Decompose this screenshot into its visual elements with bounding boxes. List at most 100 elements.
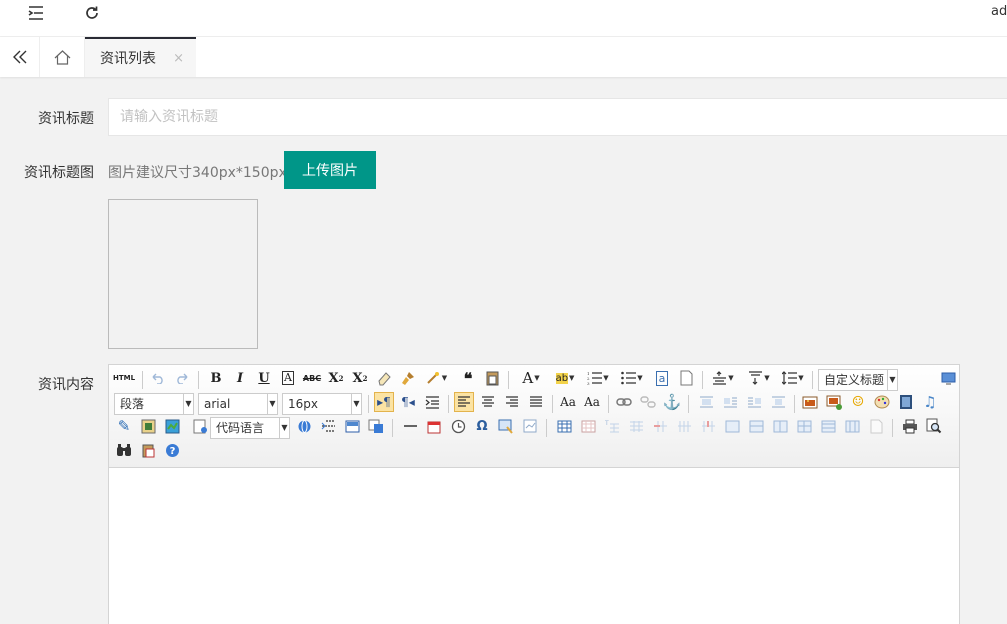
ltr-direction-icon[interactable]: ▸¶ — [374, 392, 394, 412]
tab-news-list[interactable]: 资讯列表 × — [85, 37, 196, 77]
image-left-icon[interactable] — [720, 392, 740, 412]
upload-image-button[interactable]: 上传图片 — [284, 151, 376, 189]
time-icon[interactable] — [448, 416, 468, 436]
fullscreen-icon[interactable] — [938, 368, 958, 388]
word-import-icon[interactable] — [520, 416, 540, 436]
uppercase-icon[interactable]: Aa — [558, 392, 578, 412]
background-icon[interactable] — [342, 416, 362, 436]
editor-content-area[interactable] — [109, 469, 959, 624]
snapscreen-icon[interactable] — [496, 416, 516, 436]
delete-table-icon[interactable] — [578, 416, 598, 436]
auto-format-icon[interactable]: ▼ — [422, 368, 450, 388]
code-language-select[interactable]: 代码语言 ▼ — [210, 417, 290, 439]
split-to-rows-icon[interactable] — [818, 416, 838, 436]
insert-table-icon[interactable] — [554, 416, 574, 436]
bold-icon[interactable]: B — [206, 368, 226, 388]
redo-icon[interactable] — [172, 368, 192, 388]
font-border-icon[interactable]: A — [278, 368, 298, 388]
image-right-icon[interactable] — [744, 392, 764, 412]
row-spacing-bottom-icon[interactable]: ▼ — [744, 368, 774, 388]
music-icon[interactable]: ♫ — [920, 392, 940, 412]
horizontal-rule-icon[interactable] — [400, 416, 420, 436]
paragraph-select[interactable]: 段落 ▼ — [114, 393, 194, 415]
unordered-list-icon[interactable]: ▼ — [618, 368, 646, 388]
paste-plain-icon[interactable] — [482, 368, 502, 388]
scrawl-icon[interactable] — [872, 392, 892, 412]
search-replace-icon[interactable] — [114, 440, 134, 460]
print-icon[interactable] — [900, 416, 920, 436]
chart-icon[interactable] — [866, 416, 886, 436]
help-icon[interactable]: ? — [162, 440, 182, 460]
select-all-icon[interactable]: a — [652, 368, 672, 388]
image-center-icon[interactable] — [768, 392, 788, 412]
merge-cells-icon[interactable] — [722, 416, 742, 436]
double-chevron-left-icon[interactable] — [0, 37, 40, 77]
close-icon[interactable]: × — [173, 51, 184, 66]
svg-text:T: T — [605, 420, 609, 427]
special-char-icon[interactable]: Ω — [472, 416, 492, 436]
web-icon[interactable] — [294, 416, 314, 436]
underline-icon[interactable]: U — [254, 368, 274, 388]
image-none-icon[interactable] — [696, 392, 716, 412]
ordered-list-icon[interactable]: 1 2 3 ▼ — [584, 368, 612, 388]
insert-paragraph-before-table-icon[interactable]: T — [602, 416, 622, 436]
page-break-icon[interactable] — [318, 416, 338, 436]
insert-row-icon[interactable] — [626, 416, 646, 436]
date-icon[interactable] — [424, 416, 444, 436]
multi-image-icon[interactable] — [824, 392, 844, 412]
rtl-direction-icon[interactable]: ¶◂ — [398, 392, 418, 412]
superscript-icon[interactable]: X2 — [326, 368, 346, 388]
subscript-icon[interactable]: X2 — [350, 368, 370, 388]
anchor-icon[interactable]: ⚓ — [662, 392, 682, 412]
align-center-icon[interactable] — [478, 392, 498, 412]
insert-video-icon[interactable] — [896, 392, 916, 412]
svg-text:3: 3 — [587, 381, 590, 385]
user-name[interactable]: ad — [991, 4, 1007, 19]
align-right-icon[interactable] — [502, 392, 522, 412]
preview-icon[interactable] — [924, 416, 944, 436]
emotion-icon[interactable]: ☺ — [848, 392, 868, 412]
blockquote-icon[interactable]: ❝ — [458, 368, 478, 388]
split-to-cells-icon[interactable] — [794, 416, 814, 436]
font-color-icon[interactable]: A ▼ — [516, 368, 546, 388]
custom-title-select[interactable]: 自定义标题 ▼ — [818, 369, 898, 391]
clear-document-icon[interactable] — [676, 368, 696, 388]
undo-icon[interactable] — [148, 368, 168, 388]
font-size-select[interactable]: 16px ▼ — [282, 393, 362, 415]
merge-right-icon[interactable] — [746, 416, 766, 436]
font-family-select[interactable]: arial ▼ — [198, 393, 278, 415]
indent-icon[interactable] — [422, 392, 442, 412]
align-left-icon[interactable] — [454, 392, 474, 412]
format-brush-icon[interactable] — [398, 368, 418, 388]
map-icon[interactable] — [162, 416, 182, 436]
title-input[interactable] — [108, 98, 1007, 136]
delete-row-icon[interactable] — [650, 416, 670, 436]
delete-col-icon[interactable] — [698, 416, 718, 436]
strikethrough-icon[interactable]: ABC — [302, 368, 322, 388]
menu-toggle-icon[interactable] — [26, 3, 46, 23]
template-icon[interactable] — [190, 416, 210, 436]
word-image-icon[interactable] — [366, 416, 386, 436]
highlight-color-icon[interactable]: ab ▼ — [550, 368, 580, 388]
home-icon[interactable] — [40, 37, 85, 77]
unlink-icon[interactable] — [638, 392, 658, 412]
link-icon[interactable] — [614, 392, 634, 412]
insert-image-icon[interactable] — [800, 392, 820, 412]
split-to-cols-icon[interactable] — [842, 416, 862, 436]
drafts-icon[interactable] — [138, 440, 158, 460]
attachment-icon[interactable]: ✎ — [114, 416, 134, 436]
italic-icon[interactable]: I — [230, 368, 250, 388]
merge-down-icon[interactable] — [770, 416, 790, 436]
html-source-icon[interactable]: HTML — [113, 368, 135, 388]
lowercase-icon[interactable]: Aa — [582, 392, 602, 412]
refresh-icon[interactable] — [82, 3, 102, 23]
toolbar-row-1: HTML B I U A ABC X2 X2 ▼ ❝ A ▼ ab ▼ 1 2 3 ▼ ▼… — [112, 368, 958, 392]
eraser-icon[interactable] — [374, 368, 394, 388]
row-spacing-top-icon[interactable]: ▼ — [708, 368, 738, 388]
line-height-icon[interactable]: ▼ — [778, 368, 808, 388]
insert-frame-icon[interactable] — [138, 416, 158, 436]
toolbar-row-4: ? — [112, 440, 958, 464]
align-justify-icon[interactable] — [526, 392, 546, 412]
insert-col-icon[interactable] — [674, 416, 694, 436]
image-size-hint: 图片建议尺寸340px*150px — [108, 165, 287, 181]
